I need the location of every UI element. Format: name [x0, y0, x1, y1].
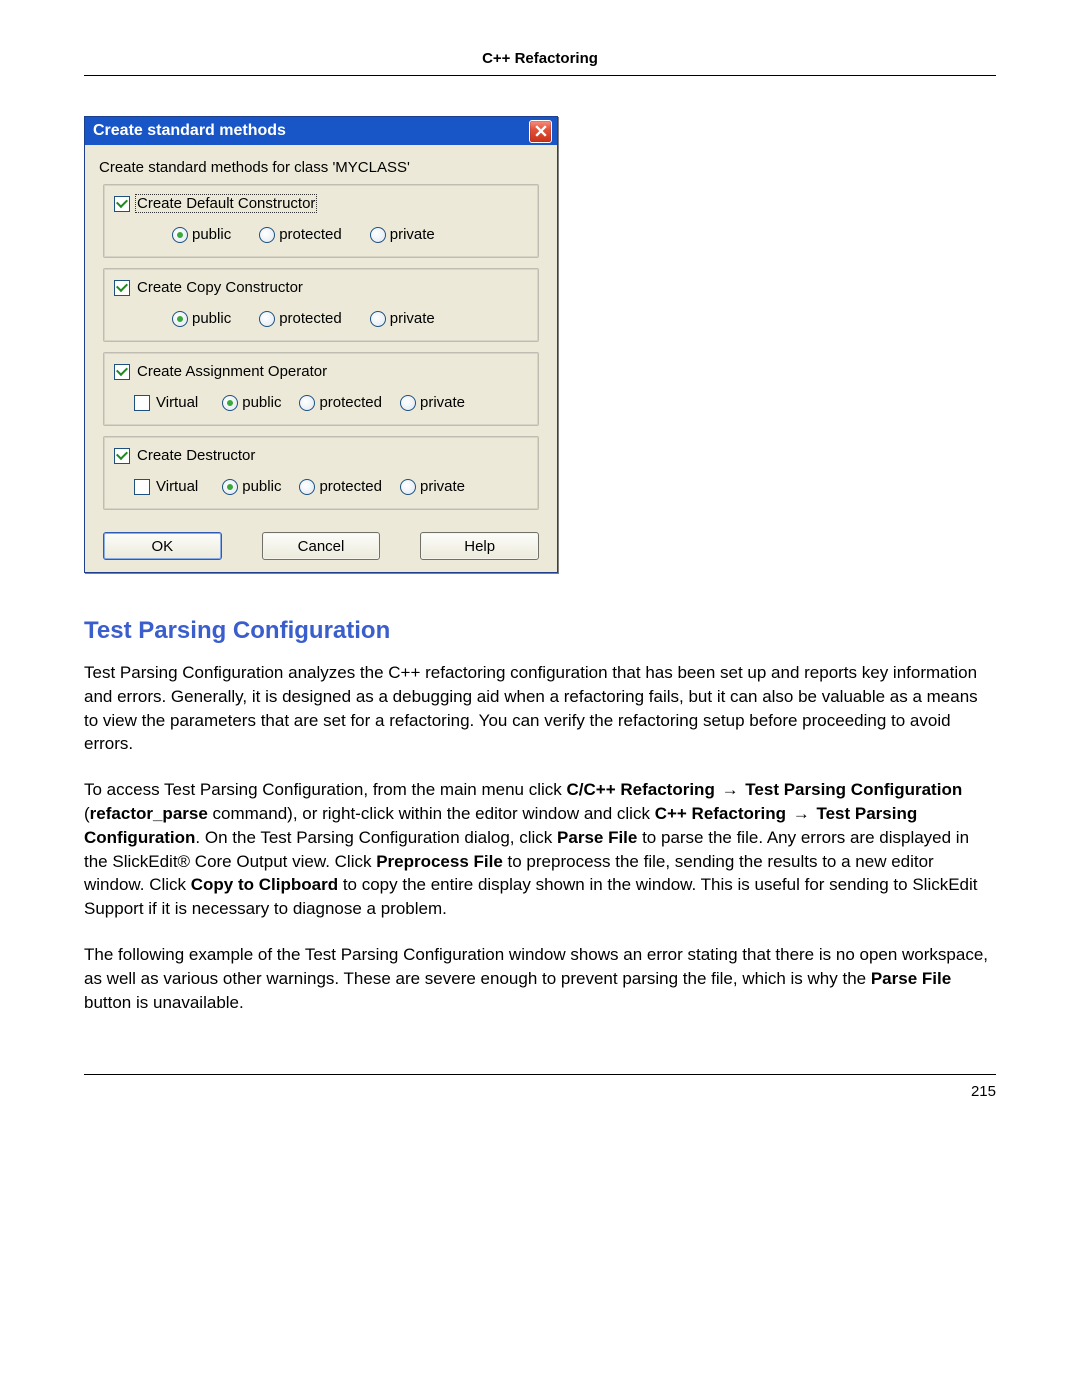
radio-label: private [390, 310, 435, 327]
arrow-icon: → [791, 804, 812, 823]
bold-text: Preprocess File [376, 852, 503, 871]
radio-label: private [420, 394, 465, 411]
bold-text: Test Parsing Configuration [745, 780, 962, 799]
page-number: 215 [971, 1083, 996, 1100]
radio-copyctor-public[interactable]: public [172, 310, 231, 327]
paragraph-2: To access Test Parsing Configuration, fr… [84, 778, 996, 921]
radio-label: protected [279, 310, 342, 327]
dialog-button-row: OK Cancel Help [103, 520, 539, 566]
radio-copyctor-protected[interactable]: protected [259, 310, 342, 327]
dialog-titlebar: Create standard methods [85, 117, 557, 145]
label-copy-constructor: Create Copy Constructor [136, 279, 304, 296]
radio-label: protected [319, 478, 382, 495]
checkbox-dtor-virtual[interactable] [134, 479, 150, 495]
radio-dtor-public[interactable]: public [222, 478, 281, 495]
radio-defctor-protected[interactable]: protected [259, 226, 342, 243]
group-default-constructor: Create Default Constructor public protec… [103, 184, 539, 258]
help-button[interactable]: Help [420, 532, 539, 560]
radio-label: public [192, 310, 231, 327]
checkbox-default-constructor[interactable] [114, 196, 130, 212]
cancel-button[interactable]: Cancel [262, 532, 381, 560]
bold-text: C++ Refactoring [655, 804, 786, 823]
checkbox-destructor[interactable] [114, 448, 130, 464]
group-copy-constructor: Create Copy Constructor public protected… [103, 268, 539, 342]
radio-label: private [420, 478, 465, 495]
create-standard-methods-dialog: Create standard methods Create standard … [84, 116, 558, 573]
paragraph-1: Test Parsing Configuration analyzes the … [84, 661, 996, 756]
arrow-icon: → [720, 780, 741, 799]
group-destructor: Create Destructor Virtual public protect… [103, 436, 539, 510]
radio-assign-private[interactable]: private [400, 394, 465, 411]
page-footer: 215 [84, 1074, 996, 1100]
text: button is unavailable. [84, 993, 244, 1012]
radio-assign-public[interactable]: public [222, 394, 281, 411]
bold-text: C/C++ Refactoring [567, 780, 715, 799]
radio-label: public [242, 394, 281, 411]
checkbox-assignment-operator[interactable] [114, 364, 130, 380]
bold-text: refactor_parse [90, 804, 208, 823]
close-icon [535, 125, 547, 137]
text: To access Test Parsing Configuration, fr… [84, 780, 567, 799]
dialog-intro: Create standard methods for class 'MYCLA… [99, 159, 543, 176]
page-header: C++ Refactoring [84, 50, 996, 76]
radio-defctor-public[interactable]: public [172, 226, 231, 243]
paragraph-3: The following example of the Test Parsin… [84, 943, 996, 1014]
checkbox-copy-constructor[interactable] [114, 280, 130, 296]
radio-assign-protected[interactable]: protected [299, 394, 382, 411]
radio-copyctor-private[interactable]: private [370, 310, 435, 327]
bold-text: Copy to Clipboard [191, 875, 338, 894]
text: . On the Test Parsing Configuration dial… [195, 828, 557, 847]
label-assignment-operator: Create Assignment Operator [136, 363, 328, 380]
radio-label: protected [319, 394, 382, 411]
dialog-title: Create standard methods [93, 122, 286, 140]
radio-label: public [192, 226, 231, 243]
ok-button[interactable]: OK [103, 532, 222, 560]
text: The following example of the Test Parsin… [84, 945, 988, 988]
radio-dtor-protected[interactable]: protected [299, 478, 382, 495]
label-assign-virtual: Virtual [156, 394, 198, 411]
checkbox-assign-virtual[interactable] [134, 395, 150, 411]
close-button[interactable] [529, 120, 552, 143]
radio-defctor-private[interactable]: private [370, 226, 435, 243]
bold-text: Parse File [871, 969, 951, 988]
label-dtor-virtual: Virtual [156, 478, 198, 495]
group-assignment-operator: Create Assignment Operator Virtual publi… [103, 352, 539, 426]
radio-label: private [390, 226, 435, 243]
bold-text: Parse File [557, 828, 637, 847]
label-default-constructor: Create Default Constructor [136, 195, 316, 212]
radio-label: protected [279, 226, 342, 243]
section-heading: Test Parsing Configuration [84, 617, 996, 645]
radio-label: public [242, 478, 281, 495]
text: command), or right-click within the edit… [208, 804, 655, 823]
radio-dtor-private[interactable]: private [400, 478, 465, 495]
label-destructor: Create Destructor [136, 447, 256, 464]
